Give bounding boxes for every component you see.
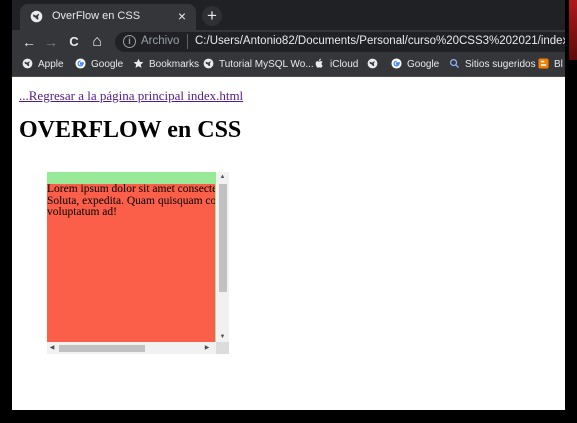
bookmark-label: Bl xyxy=(554,59,563,70)
bookmark-apple[interactable]: Apple xyxy=(22,58,64,72)
browser-window: OverFlow en CSS × + ← → C ⌂ i Archivo C:… xyxy=(12,0,565,410)
search-icon xyxy=(449,58,460,69)
page-title: OVERFLOW en CSS xyxy=(19,117,242,143)
scheme-label: Archivo xyxy=(141,35,180,47)
close-icon[interactable]: × xyxy=(178,8,186,24)
scroll-left-icon[interactable]: ◀ xyxy=(47,342,57,354)
globe-icon xyxy=(22,58,33,69)
overflow-outer-box: Lorem ipsum dolor sit amet consectetur a… xyxy=(47,172,229,354)
scrollbar-corner xyxy=(216,342,229,354)
overflow-text: Lorem ipsum dolor sit amet consectetur a… xyxy=(47,184,215,218)
google-icon xyxy=(391,58,402,69)
blogger-icon xyxy=(538,58,549,69)
bookmark-label: Google xyxy=(407,59,440,70)
tab-title: OverFlow en CSS xyxy=(52,10,141,22)
forward-button[interactable]: → xyxy=(42,33,60,51)
address-separator xyxy=(187,34,188,49)
horizontal-scroll-thumb[interactable] xyxy=(59,345,145,352)
bookmark-blogger[interactable]: Bl xyxy=(538,58,563,72)
bookmark-label: Apple xyxy=(38,59,64,70)
bookmark-label: Sitios sugeridos xyxy=(465,59,536,70)
scroll-right-icon[interactable]: ▶ xyxy=(202,342,212,354)
bookmark-label: iCloud xyxy=(330,59,359,70)
horizontal-scrollbar[interactable]: ◀ ▶ xyxy=(47,342,216,354)
bookmark-label: Bookmarks xyxy=(149,59,200,70)
desktop-frame: OverFlow en CSS × + ← → C ⌂ i Archivo C:… xyxy=(0,0,577,423)
vertical-scroll-thumb[interactable] xyxy=(219,184,227,292)
tab-strip: OverFlow en CSS × + xyxy=(12,0,565,30)
globe-icon xyxy=(30,10,43,23)
bookmarks-bar: Apple Google Bookmarks Tutorial MySQL Wo… xyxy=(12,54,565,77)
bookmark-label: Tutorial MySQL Wo... xyxy=(219,59,314,70)
bookmark-label: Google xyxy=(91,59,124,70)
google-icon xyxy=(75,58,86,69)
tab-overflow[interactable]: OverFlow en CSS × xyxy=(20,4,196,30)
reload-button[interactable]: C xyxy=(65,33,83,51)
info-icon[interactable]: i xyxy=(123,35,136,48)
browser-toolbar: ← → C ⌂ i Archivo C:/Users/Antonio82/Doc… xyxy=(12,30,565,54)
address-bar[interactable]: i Archivo C:/Users/Antonio82/Documents/P… xyxy=(115,32,565,52)
bookmark-google[interactable]: Google xyxy=(75,58,123,72)
home-button[interactable]: ⌂ xyxy=(88,33,106,51)
url-text[interactable]: C:/Users/Antonio82/Documents/Personal/cu… xyxy=(195,35,565,47)
bookmark-tutorial-mysql[interactable]: Tutorial MySQL Wo... xyxy=(203,58,314,72)
back-button[interactable]: ← xyxy=(20,33,38,51)
back-to-index-link[interactable]: ...Regresar a la página principal index.… xyxy=(19,88,243,104)
globe-icon xyxy=(367,58,378,69)
bookmark-bookmarks[interactable]: Bookmarks xyxy=(133,58,199,72)
bookmark-unnamed[interactable] xyxy=(367,58,383,72)
new-tab-button[interactable]: + xyxy=(202,6,222,26)
scroll-down-icon[interactable]: ▼ xyxy=(216,332,229,342)
vertical-scrollbar[interactable]: ▲ ▼ xyxy=(216,172,229,342)
bookmark-sitios-sugeridos[interactable]: Sitios sugeridos xyxy=(449,58,536,72)
scroll-up-icon[interactable]: ▲ xyxy=(216,172,229,182)
overflow-scroll-box[interactable]: Lorem ipsum dolor sit amet consectetur a… xyxy=(47,184,215,342)
globe-icon xyxy=(203,58,214,69)
bookmark-google-2[interactable]: Google xyxy=(391,58,439,72)
page-content: ...Regresar a la página principal index.… xyxy=(12,77,565,410)
apple-icon xyxy=(314,58,325,69)
desktop-background xyxy=(569,0,577,60)
star-icon xyxy=(133,58,144,69)
bookmark-icloud[interactable]: iCloud xyxy=(314,58,358,72)
